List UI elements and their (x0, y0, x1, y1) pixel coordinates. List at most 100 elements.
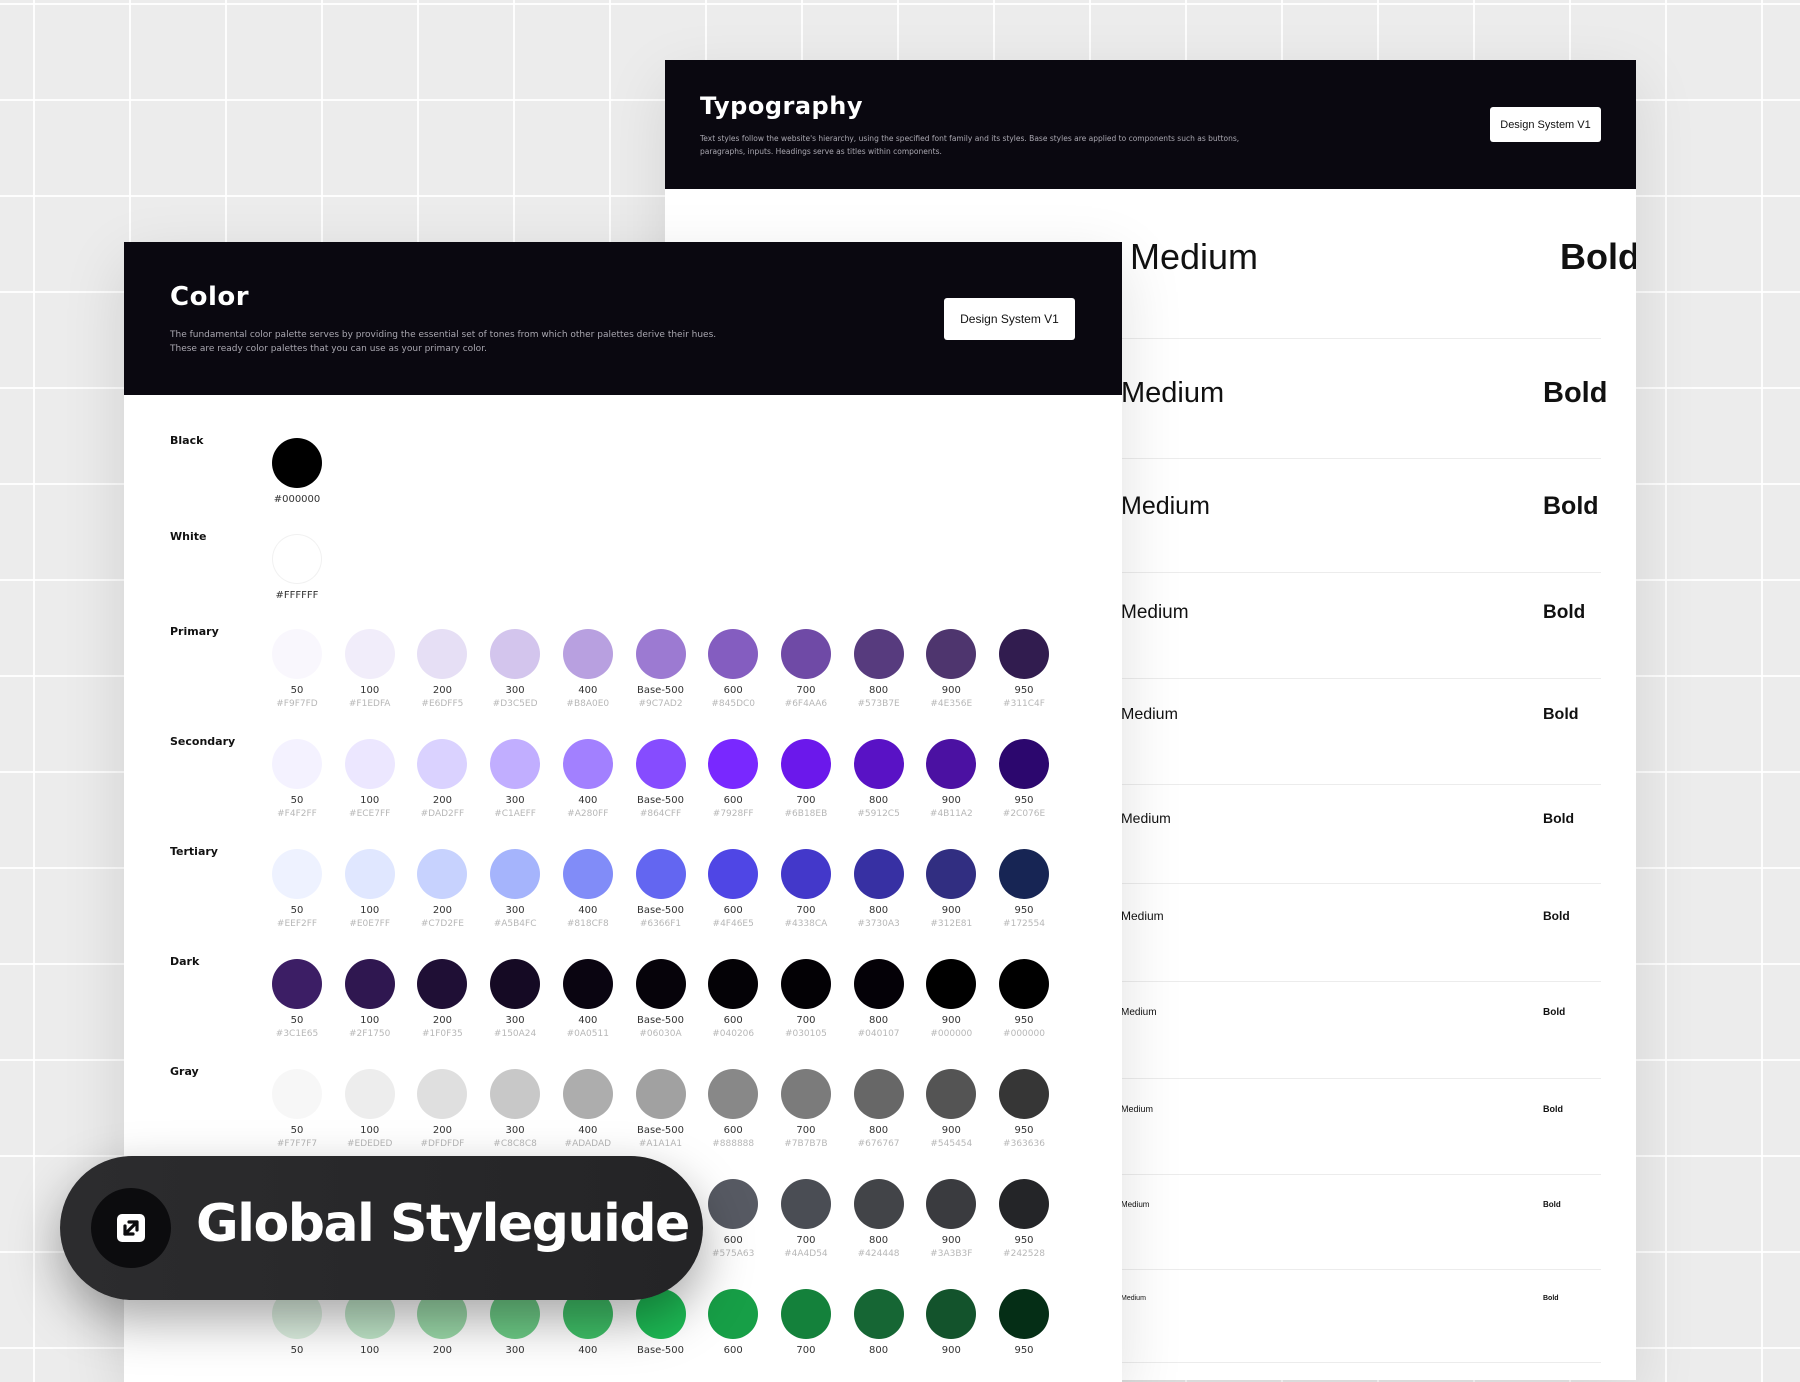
color-swatch[interactable] (780, 1179, 831, 1229)
color-swatch[interactable] (999, 739, 1049, 789)
color-swatch[interactable] (562, 1069, 613, 1119)
color-swatch[interactable] (344, 739, 395, 789)
palette-label: Gray (170, 1065, 199, 1078)
swatch-step: 950 (1014, 1235, 1034, 1246)
color-swatch[interactable] (853, 629, 904, 679)
palette-label: Tertiary (170, 845, 218, 858)
color-swatch[interactable] (272, 849, 322, 899)
color-swatch[interactable] (562, 849, 613, 899)
color-swatch[interactable] (490, 739, 541, 789)
color-swatch[interactable] (272, 629, 322, 679)
swatch-step: 950 (1014, 1125, 1034, 1136)
color-swatch[interactable] (562, 739, 613, 789)
typography-header: Typography Text styles follow the websit… (665, 60, 1636, 189)
color-swatch[interactable] (417, 739, 468, 789)
color-swatch[interactable] (417, 1069, 468, 1119)
color-swatch[interactable] (926, 1179, 977, 1229)
global-styleguide-badge[interactable]: Global Styleguide (60, 1156, 703, 1300)
color-swatch[interactable] (635, 629, 686, 679)
bold-sample: Bold (1543, 706, 1579, 723)
palette-label: Black (170, 434, 204, 447)
color-swatch[interactable] (344, 849, 395, 899)
bold-sample: Bold (1543, 602, 1586, 623)
medium-sample: Medium (1121, 909, 1164, 923)
type-scale-row: Medium Bold (1121, 678, 1601, 785)
color-swatch[interactable] (926, 739, 977, 789)
color-swatch[interactable] (708, 1069, 759, 1119)
color-swatch[interactable] (562, 959, 613, 1009)
color-swatch[interactable] (635, 849, 686, 899)
color-swatch[interactable] (708, 739, 759, 789)
color-swatch[interactable] (926, 849, 977, 899)
bold-sample: Bold (1543, 1200, 1561, 1209)
color-swatch[interactable] (780, 629, 831, 679)
color-swatch[interactable] (708, 1289, 759, 1339)
swatch-hex: #363636 (1003, 1139, 1045, 1149)
color-swatch[interactable] (272, 959, 322, 1009)
color-swatch[interactable] (999, 1179, 1049, 1229)
color-swatch[interactable] (635, 739, 686, 789)
color-swatch[interactable] (708, 959, 759, 1009)
palette-label: White (170, 530, 207, 543)
palette-label: Primary (170, 625, 219, 638)
color-swatch[interactable] (926, 1289, 977, 1339)
medium-sample: Medium (1121, 706, 1178, 723)
bold-sample: Bold (1543, 1007, 1566, 1018)
external-link-icon[interactable] (91, 1188, 171, 1268)
color-swatch[interactable] (708, 1179, 759, 1229)
bold-sample: Bold (1543, 1104, 1563, 1114)
color-swatch[interactable] (999, 849, 1049, 899)
color-swatch[interactable] (708, 629, 759, 679)
color-swatch[interactable] (780, 1289, 831, 1339)
color-swatch[interactable] (490, 959, 541, 1009)
swatch-step: 950 (1014, 1015, 1034, 1026)
color-swatch[interactable] (272, 739, 322, 789)
color-swatch[interactable] (999, 1289, 1049, 1339)
bold-sample: Bold (1543, 492, 1599, 520)
color-swatch[interactable] (635, 959, 686, 1009)
color-swatch[interactable] (853, 1289, 904, 1339)
color-swatch[interactable] (417, 849, 468, 899)
color-swatch[interactable] (272, 438, 322, 488)
color-swatch[interactable] (926, 959, 977, 1009)
color-swatch[interactable] (635, 1069, 686, 1119)
color-swatch[interactable] (490, 849, 541, 899)
color-swatch[interactable] (999, 1069, 1049, 1119)
bold-sample: Bold (1543, 377, 1608, 409)
color-swatch[interactable] (344, 629, 395, 679)
bold-sample: Bold (1543, 1295, 1559, 1302)
color-swatch[interactable] (853, 849, 904, 899)
color-swatch[interactable] (780, 1069, 831, 1119)
swatch-hex: #FFFFFF (275, 590, 319, 601)
color-swatch[interactable] (417, 959, 468, 1009)
color-swatch[interactable] (562, 629, 613, 679)
medium-sample: Medium (1121, 1200, 1150, 1209)
color-swatch[interactable] (272, 1069, 322, 1119)
color-swatch[interactable] (853, 1179, 904, 1229)
color-swatch[interactable] (780, 849, 831, 899)
design-system-tag[interactable]: Design System V1 (1490, 107, 1601, 142)
medium-sample: Medium (1121, 1295, 1146, 1302)
color-swatch[interactable] (490, 629, 541, 679)
design-system-tag[interactable]: Design System V1 (944, 298, 1075, 340)
color-swatch[interactable] (999, 629, 1049, 679)
color-swatch[interactable] (417, 629, 468, 679)
color-swatch[interactable] (272, 534, 322, 584)
color-swatch[interactable] (926, 1069, 977, 1119)
color-swatch[interactable] (344, 959, 395, 1009)
color-swatch[interactable] (926, 629, 977, 679)
color-swatch[interactable] (853, 959, 904, 1009)
color-swatch[interactable] (708, 849, 759, 899)
color-swatch[interactable] (780, 959, 831, 1009)
color-swatch[interactable] (853, 739, 904, 789)
type-scale-row: Medium Bold (1121, 981, 1601, 1079)
color-swatch[interactable] (780, 739, 831, 789)
medium-sample: Medium (1130, 236, 1259, 277)
color-swatch[interactable] (853, 1069, 904, 1119)
color-swatch[interactable] (344, 1069, 395, 1119)
medium-sample: Medium (1121, 810, 1171, 826)
color-swatch[interactable] (999, 959, 1049, 1009)
color-swatch[interactable] (490, 1069, 541, 1119)
type-scale-row: Medium Bold (1121, 458, 1601, 573)
color-description: The fundamental color palette serves by … (170, 330, 717, 354)
